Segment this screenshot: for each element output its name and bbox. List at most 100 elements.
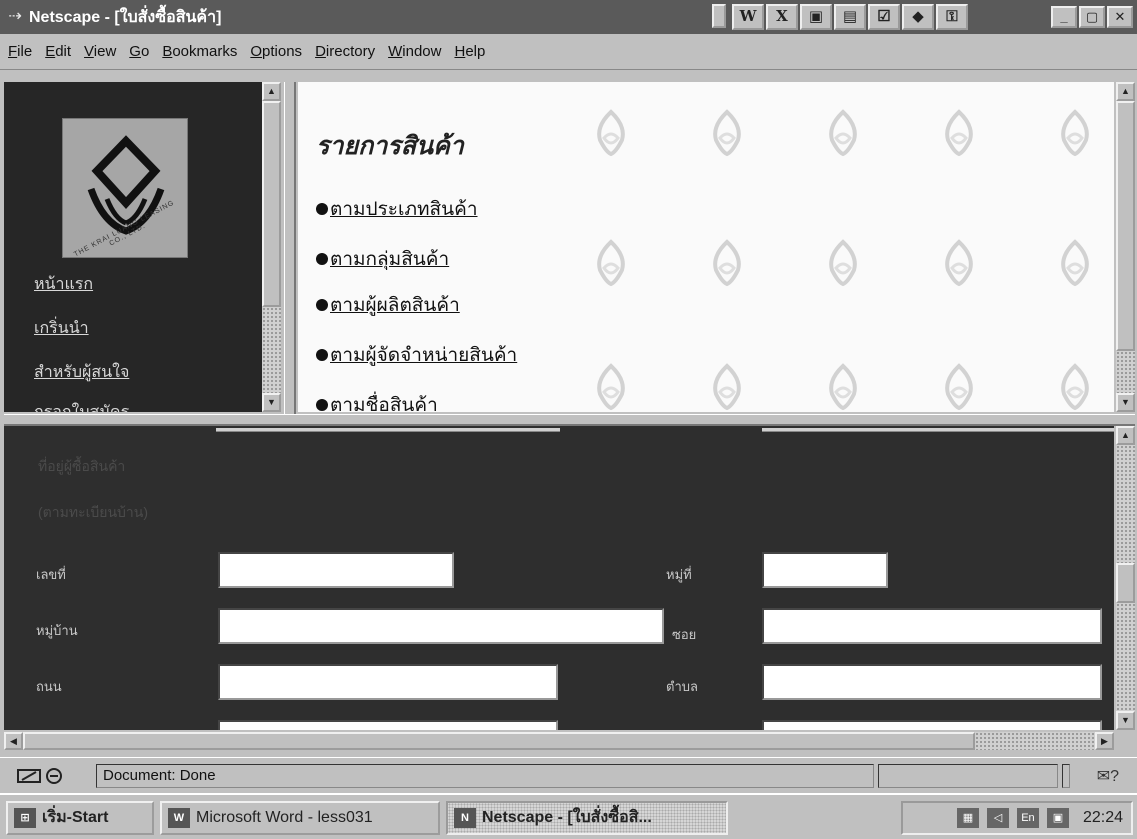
link-by-name[interactable]: ตามชื่อสินค้า	[316, 390, 438, 412]
shortcut-bar-handle[interactable]	[712, 4, 726, 28]
scroll-thumb[interactable]	[1116, 101, 1135, 351]
scroll-up-arrow-icon[interactable]: ▲	[1116, 82, 1135, 101]
frame-splitter-vertical[interactable]	[284, 82, 296, 414]
bullet-icon	[316, 253, 328, 265]
village-field[interactable]	[218, 608, 664, 644]
clock: 22:24	[1082, 809, 1123, 826]
link-by-category[interactable]: ตามประเภทสินค้า	[316, 194, 478, 224]
form-frame-scrollbar[interactable]: ▲ ▼	[1116, 426, 1135, 730]
taskbar-item-word[interactable]: W Microsoft Word - less031	[160, 801, 440, 835]
nav-link-intro[interactable]: เกริ่นนำ	[34, 316, 89, 341]
bullet-icon	[316, 399, 328, 411]
scroll-thumb[interactable]	[1116, 563, 1135, 603]
scroll-track[interactable]	[1116, 603, 1135, 711]
netscape-icon: ⇢	[8, 8, 22, 25]
bullet-icon	[316, 299, 328, 311]
scheduler-icon[interactable]: ▣	[1046, 808, 1069, 828]
maximize-button[interactable]: ▢	[1079, 6, 1105, 28]
link-by-distributor[interactable]: ตามผู้จัดจำหน่ายสินค้า	[316, 340, 517, 370]
lotus-watermark-icon	[713, 363, 741, 411]
form-section-heading: ที่อยู่ผู้ซื้อสินค้า	[38, 458, 126, 474]
lotus-watermark-icon	[1061, 239, 1089, 287]
lotus-watermark-icon	[829, 239, 857, 287]
company-logo: THE KRAI LUANG LEASING CO., LTD.	[62, 118, 188, 258]
start-button[interactable]: ⊞ เริ่ม-Start	[6, 801, 154, 835]
network-icon[interactable]: ▦	[956, 808, 979, 828]
form-frame-hscrollbar[interactable]: ◀ ▶	[4, 732, 1114, 750]
schedule-icon[interactable]: ☑	[868, 4, 900, 30]
status-progress	[878, 764, 1058, 788]
order-form-frame: ที่อยู่ผู้ซื้อสินค้า (ตามทะเบียนบ้าน) เล…	[4, 426, 1114, 730]
nav-link-interested[interactable]: สำหรับผู้สนใจ	[34, 360, 129, 385]
scroll-down-arrow-icon[interactable]: ▼	[1116, 711, 1135, 730]
nav-frame-scrollbar[interactable]: ▲ ▼	[262, 82, 281, 412]
scroll-track[interactable]	[262, 307, 281, 393]
soi-field[interactable]	[762, 608, 1102, 644]
taskbar-item-netscape[interactable]: N Netscape - [ใบสั่งซื้อสิ...	[446, 801, 728, 835]
label-house-no: เลขที่	[36, 567, 66, 582]
scroll-down-arrow-icon[interactable]: ▼	[262, 393, 281, 412]
menu-directory[interactable]: Directory	[315, 43, 375, 60]
lotus-watermark-icon	[829, 109, 857, 157]
netscape-icon: N	[454, 808, 476, 828]
scroll-thumb[interactable]	[262, 101, 281, 307]
nav-link-apply[interactable]: กรอกใบสมัคร	[34, 400, 129, 412]
menu-options[interactable]: Options	[250, 43, 302, 60]
minimize-button[interactable]: _	[1051, 6, 1077, 28]
menu-go[interactable]: Go	[129, 43, 149, 60]
mail-icon[interactable]: ✉?	[1097, 766, 1119, 786]
hscroll-thumb[interactable]	[23, 732, 975, 750]
key-icon[interactable]: ⚿	[936, 4, 968, 30]
tambon-field[interactable]	[762, 664, 1102, 700]
word-icon[interactable]: W	[732, 4, 764, 30]
next-field-partial[interactable]	[762, 720, 1102, 730]
menu-window[interactable]: Window	[388, 43, 441, 60]
menu-bookmarks[interactable]: Bookmarks	[162, 43, 237, 60]
frame-splitter-horizontal[interactable]	[4, 414, 1135, 426]
main-frame-scrollbar[interactable]: ▲ ▼	[1116, 82, 1135, 412]
lotus-watermark-icon	[945, 109, 973, 157]
office-shortcut-bar: W X ▣ ▤ ☑ ◆ ⚿	[712, 4, 968, 30]
excel-icon[interactable]: X	[766, 4, 798, 30]
lotus-watermark-icon	[713, 109, 741, 157]
volume-icon[interactable]: ◁	[986, 808, 1009, 828]
scroll-right-arrow-icon[interactable]: ▶	[1095, 732, 1114, 750]
scroll-track[interactable]	[1116, 351, 1135, 393]
next-field-partial[interactable]	[218, 720, 558, 730]
road-field[interactable]	[218, 664, 558, 700]
section-divider	[762, 428, 1114, 432]
scroll-up-arrow-icon[interactable]: ▲	[1116, 426, 1135, 445]
page-title: รายการสินค้า	[316, 131, 464, 160]
bullet-icon	[316, 349, 328, 361]
scroll-left-arrow-icon[interactable]: ◀	[4, 732, 23, 750]
label-village: หมู่บ้าน	[36, 623, 78, 638]
lotus-watermark-icon	[713, 239, 741, 287]
project-icon[interactable]: ▤	[834, 4, 866, 30]
language-indicator[interactable]: En	[1016, 808, 1039, 828]
link-by-manufacturer[interactable]: ตามผู้ผลิตสินค้า	[316, 290, 460, 320]
close-button[interactable]: ✕	[1107, 6, 1133, 28]
lotus-watermark-icon	[829, 363, 857, 411]
scroll-track[interactable]	[1116, 445, 1135, 563]
lotus-watermark-icon	[945, 363, 973, 411]
system-tray: ▦ ◁ En ▣ 22:24	[901, 801, 1133, 835]
menu-view[interactable]: View	[84, 43, 116, 60]
status-separator	[1062, 764, 1070, 788]
lotus-watermark-icon	[1061, 109, 1089, 157]
menu-help[interactable]: Help	[454, 43, 485, 60]
menu-file[interactable]: File	[8, 43, 32, 60]
security-key-icon[interactable]	[16, 766, 68, 786]
house-no-field[interactable]	[218, 552, 454, 588]
label-road: ถนน	[36, 679, 62, 694]
moo-field[interactable]	[762, 552, 888, 588]
powerpoint-icon[interactable]: ▣	[800, 4, 832, 30]
scroll-up-arrow-icon[interactable]: ▲	[262, 82, 281, 101]
window-title: Netscape - [ใบสั่งซื้อสินค้า]	[29, 8, 222, 26]
hscroll-track[interactable]	[975, 732, 1095, 750]
bookshelf-icon[interactable]: ◆	[902, 4, 934, 30]
window-titlebar[interactable]: ⇢ Netscape - [ใบสั่งซื้อสินค้า] W X ▣ ▤ …	[0, 0, 1137, 34]
nav-link-home[interactable]: หน้าแรก	[34, 272, 93, 297]
link-by-group[interactable]: ตามกลุ่มสินค้า	[316, 244, 449, 274]
menu-edit[interactable]: Edit	[45, 43, 71, 60]
scroll-down-arrow-icon[interactable]: ▼	[1116, 393, 1135, 412]
